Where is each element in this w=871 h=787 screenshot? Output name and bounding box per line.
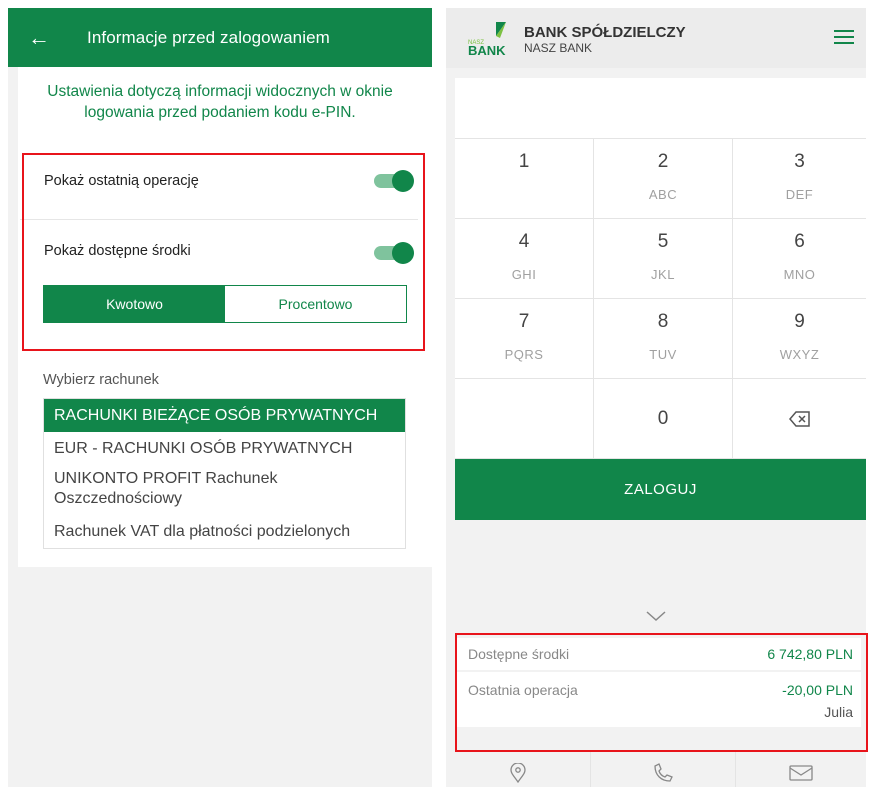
mail-icon[interactable] (736, 750, 866, 787)
location-pin-icon[interactable] (446, 750, 591, 787)
account-item[interactable]: UNIKONTO PROFIT Rachunek Oszczednościowy (44, 465, 405, 515)
bank-subtitle: NASZ BANK (524, 41, 593, 55)
intro-text: Ustawienia dotyczą informacji widocznych… (47, 83, 393, 121)
chevron-down-icon[interactable] (446, 603, 866, 629)
key-5[interactable]: 5 JKL (594, 219, 733, 299)
bank-logo: NASZ BANK (466, 20, 512, 58)
key-1[interactable]: 1 (455, 139, 594, 219)
backspace-icon (788, 410, 810, 427)
header-title: Informacje przed zalogowaniem (87, 27, 330, 47)
settings-header: ← Informacje przed zalogowaniem (8, 8, 432, 67)
key-8[interactable]: 8 TUV (594, 299, 733, 379)
key-2[interactable]: 2 ABC (594, 139, 733, 219)
account-item-selected[interactable]: RACHUNKI BIEŻĄCE OSÓB PRYWATNYCH (44, 399, 405, 432)
key-7[interactable]: 7 PQRS (455, 299, 594, 379)
pin-input-field[interactable] (455, 78, 866, 138)
account-item[interactable]: EUR - RACHUNKI OSÓB PRYWATNYCH (44, 432, 405, 465)
account-item[interactable]: Rachunek VAT dla płatności podzielonych (44, 515, 405, 548)
bank-name: BANK SPÓŁDZIELCZY (524, 24, 686, 41)
highlight-frame (22, 153, 425, 351)
key-4[interactable]: 4 GHI (455, 219, 594, 299)
bottom-nav (446, 750, 866, 787)
account-select-label: Wybierz rachunek (43, 372, 159, 388)
logo-text: BANK (468, 43, 506, 56)
phone-icon[interactable] (591, 750, 736, 787)
back-arrow-icon[interactable]: ← (28, 25, 52, 50)
backspace-key[interactable] (733, 379, 866, 459)
account-list: RACHUNKI BIEŻĄCE OSÓB PRYWATNYCH EUR - R… (43, 398, 406, 549)
pin-keypad: 1 2 ABC 3 DEF 4 GHI 5 JKL 6 MNO 7 PQRS 8 TUV 9W… (455, 138, 866, 459)
key-3[interactable]: 3 DEF (733, 139, 866, 219)
highlight-frame (455, 633, 868, 752)
key-0[interactable]: 0 (594, 379, 733, 459)
key-empty (455, 379, 594, 459)
key-9[interactable]: 9 WXYZ (733, 299, 866, 379)
hamburger-menu-icon[interactable] (834, 30, 854, 44)
key-6[interactable]: 6 MNO (733, 219, 866, 299)
bank-header: NASZ BANK BANK SPÓŁDZIELCZY NASZ BANK (446, 8, 866, 68)
login-button[interactable]: ZALOGUJ (455, 459, 866, 520)
